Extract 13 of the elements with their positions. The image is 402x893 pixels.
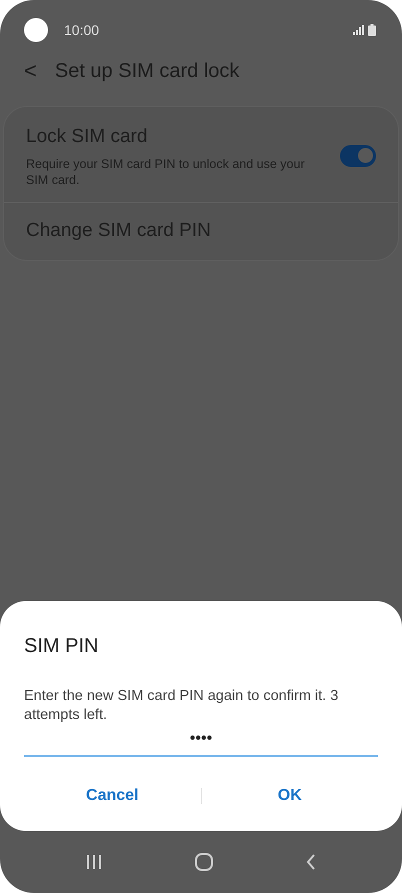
back-icon[interactable] [306, 854, 316, 870]
home-icon[interactable] [194, 853, 213, 871]
toggle-switch[interactable] [340, 144, 376, 166]
dialog-title: SIM PIN [24, 634, 100, 660]
ok-button[interactable]: OK [202, 783, 378, 809]
camera-icon [24, 18, 48, 42]
cancel-button[interactable]: Cancel [24, 783, 200, 809]
clock-time: 10:00 [64, 20, 100, 40]
battery-icon [368, 24, 376, 36]
dialog-message: Enter the new SIM card PIN again to confirm it. 3 attempts left. [24, 687, 340, 725]
signal-icon [353, 25, 364, 35]
recent-apps-icon[interactable] [86, 854, 102, 870]
page-title: Set up SIM card lock [54, 59, 240, 84]
